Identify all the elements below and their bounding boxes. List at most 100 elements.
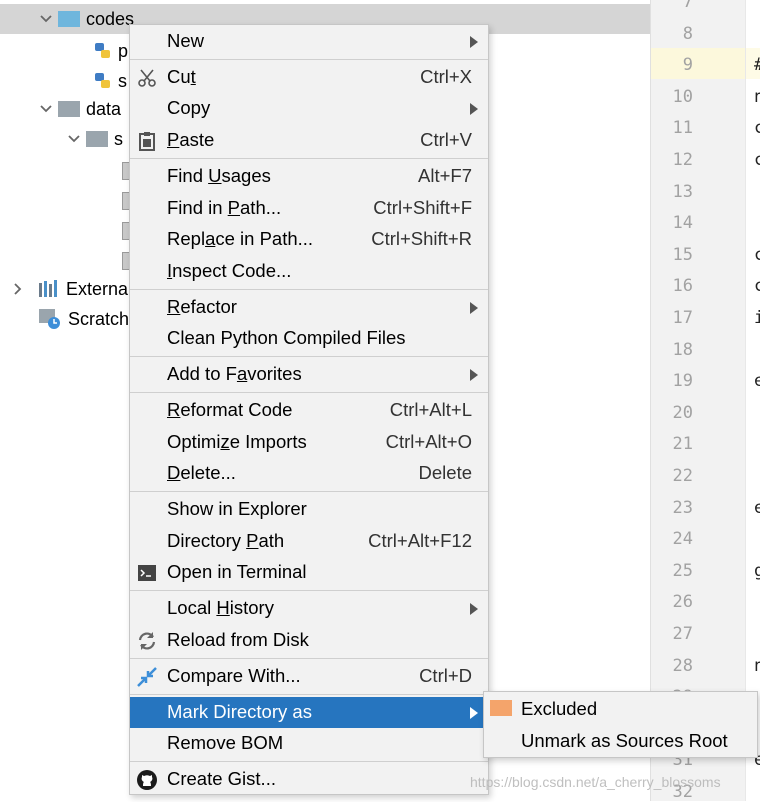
menu-item-label: Local History: [167, 597, 274, 618]
menu-separator: [130, 356, 488, 357]
menu-item-label: Inspect Code...: [167, 260, 292, 281]
menu-item-replace-in-path[interactable]: Replace in Path... Ctrl+Shift+R: [130, 224, 488, 255]
editor-gutter: 7 8 9 10 11 12 13 14 15 16 17 18 19 20 21 22 23 24 25 26 27 2…: [650, 0, 746, 802]
menu-item-local-history[interactable]: Local History: [130, 593, 488, 624]
menu-item-copy[interactable]: Copy: [130, 93, 488, 124]
menu-item-inspect-code[interactable]: Inspect Code...: [130, 256, 488, 287]
line-number: 16: [672, 276, 693, 297]
submenu-arrow-icon: [470, 603, 478, 615]
scratch-icon: [39, 309, 60, 329]
menu-item-find-in-path[interactable]: Find in Path... Ctrl+Shift+F: [130, 193, 488, 224]
tree-folder-sub[interactable]: s: [66, 124, 123, 154]
menu-item-shortcut: Ctrl+Shift+R: [371, 228, 472, 249]
line-number: 18: [672, 339, 693, 360]
menu-item-refactor[interactable]: Refactor: [130, 292, 488, 323]
menu-item-label: Open in Terminal: [167, 561, 307, 582]
code-line-fragment: e: [754, 371, 760, 392]
tree-label: s: [114, 128, 123, 149]
code-line-fragment: #: [754, 55, 760, 75]
line-number: 17: [672, 308, 693, 328]
menu-item-add-favorites[interactable]: Add to Favorites: [130, 359, 488, 390]
github-icon: [137, 770, 157, 790]
clipboard-icon: [139, 132, 155, 151]
chevron-right-icon[interactable]: [10, 281, 26, 297]
menu-item-create-gist[interactable]: Create Gist...: [130, 764, 488, 795]
menu-item-label: Remove BOM: [167, 732, 284, 753]
menu-item-label: Optimize Imports: [167, 431, 307, 452]
submenu-item-excluded[interactable]: Excluded: [484, 693, 757, 724]
menu-separator: [130, 158, 488, 159]
chevron-down-icon[interactable]: [66, 131, 82, 147]
menu-item-label: Reformat Code: [167, 399, 293, 420]
menu-item-label: Show in Explorer: [167, 498, 307, 519]
chevron-down-icon[interactable]: [38, 11, 54, 27]
menu-item-label: New: [167, 30, 205, 51]
code-line-fragment: i: [754, 308, 760, 328]
menu-separator: [130, 491, 488, 492]
menu-item-mark-directory[interactable]: Mark Directory as: [130, 697, 488, 728]
excluded-folder-icon: [490, 700, 512, 716]
tree-folder-data[interactable]: data: [38, 94, 121, 124]
submenu-item-label: Excluded: [521, 698, 598, 719]
code-line-fragment: e: [754, 497, 760, 518]
line-number: 28: [672, 655, 693, 676]
menu-item-reformat-code[interactable]: Reformat Code Ctrl+Alt+L: [130, 395, 488, 426]
tree-external-libraries[interactable]: Externa: [10, 274, 128, 304]
tree-label: s: [118, 70, 127, 91]
tree-file-py[interactable]: s: [94, 66, 127, 96]
line-number: 12: [672, 150, 693, 170]
menu-item-new[interactable]: New: [130, 26, 488, 57]
menu-separator: [130, 694, 488, 695]
tree-label: codes: [86, 8, 135, 29]
menu-item-clean-python[interactable]: Clean Python Compiled Files: [130, 323, 488, 354]
menu-item-optimize-imports[interactable]: Optimize Imports Ctrl+Alt+O: [130, 427, 488, 458]
context-menu: New Cut Ctrl+X Copy Paste Ctrl+V Find Usages Al…: [129, 24, 489, 795]
menu-item-delete[interactable]: Delete... Delete: [130, 458, 488, 489]
code-line-fragment: c: [754, 276, 760, 297]
line-number: 15: [672, 244, 693, 265]
menu-item-paste[interactable]: Paste Ctrl+V: [130, 125, 488, 156]
menu-item-open-terminal[interactable]: Open in Terminal: [130, 557, 488, 588]
tree-label: Scratch: [68, 308, 130, 329]
tree-label: Externa: [66, 278, 129, 299]
menu-item-remove-bom[interactable]: Remove BOM: [130, 728, 488, 759]
menu-item-reload-disk[interactable]: Reload from Disk: [130, 625, 488, 656]
chevron-down-icon[interactable]: [38, 101, 54, 117]
terminal-icon: [138, 565, 156, 581]
menu-item-label: Compare With...: [167, 665, 301, 686]
menu-separator: [130, 590, 488, 591]
menu-item-label: Create Gist...: [167, 768, 276, 789]
menu-item-label: Find Usages: [167, 165, 271, 186]
submenu-arrow-icon: [470, 302, 478, 314]
menu-item-label: Cut: [167, 66, 196, 87]
folder-icon: [86, 131, 108, 147]
submenu-arrow-icon: [470, 707, 478, 719]
folder-icon: [58, 11, 80, 27]
menu-item-label: Directory Path: [167, 530, 285, 551]
line-number: 26: [672, 592, 693, 613]
menu-item-directory-path[interactable]: Directory Path Ctrl+Alt+F12: [130, 526, 488, 557]
submenu-item-unmark-sources-root[interactable]: Unmark as Sources Root: [484, 725, 757, 756]
menu-item-label: Add to Favorites: [167, 363, 302, 384]
menu-item-cut[interactable]: Cut Ctrl+X: [130, 62, 488, 93]
compare-icon: [137, 667, 157, 687]
editor-code-area[interactable]: #nccccieegne: [745, 0, 760, 801]
code-line-fragment: c: [754, 118, 760, 139]
menu-item-show-explorer[interactable]: Show in Explorer: [130, 494, 488, 525]
tree-label: data: [86, 98, 122, 119]
tree-scratches[interactable]: Scratch: [38, 304, 129, 334]
submenu-item-label: Unmark as Sources Root: [521, 730, 728, 751]
line-number: 22: [672, 466, 693, 486]
menu-item-shortcut: Ctrl+Shift+F: [373, 197, 472, 218]
menu-item-compare-with[interactable]: Compare With... Ctrl+D: [130, 661, 488, 692]
menu-item-label: Paste: [167, 129, 215, 150]
menu-item-label: Copy: [167, 97, 211, 118]
library-icon: [39, 280, 57, 297]
menu-item-shortcut: Delete: [418, 462, 472, 483]
line-number: 9: [682, 55, 693, 76]
tree-file-py[interactable]: p: [94, 36, 128, 66]
menu-item-shortcut: Ctrl+V: [420, 129, 472, 150]
menu-separator: [130, 761, 488, 762]
menu-item-find-usages[interactable]: Find Usages Alt+F7: [130, 161, 488, 192]
python-file-icon: [95, 43, 110, 58]
